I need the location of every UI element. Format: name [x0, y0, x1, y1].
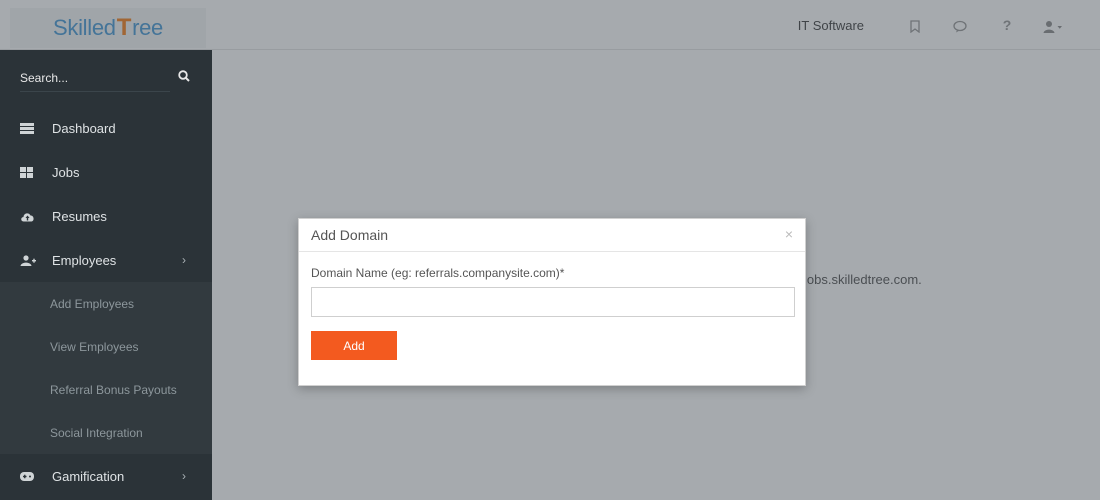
add-user-icon [20, 254, 40, 266]
submenu-item-social-integration[interactable]: Social Integration [0, 411, 212, 454]
dashboard-icon [20, 122, 40, 134]
domain-name-label: Domain Name (eg: referrals.companysite.c… [311, 266, 565, 280]
chevron-right-icon: › [182, 469, 186, 483]
sidebar-item-jobs[interactable]: Jobs [0, 150, 212, 194]
employees-submenu: Add Employees View Employees Referral Bo… [0, 282, 212, 454]
sidebar-item-label: Employees [52, 252, 117, 268]
add-button[interactable]: Add [311, 331, 397, 360]
modal-backdrop-header[interactable] [0, 0, 1100, 50]
jobs-icon [20, 166, 40, 178]
sidebar-item-employees[interactable]: Employees › [0, 238, 212, 282]
sidebar: Dashboard Jobs Resumes Employees › Add E… [0, 50, 212, 500]
gamepad-icon [20, 471, 40, 481]
sidebar-item-label: Jobs [52, 164, 80, 180]
sidebar-item-label: Dashboard [52, 120, 116, 136]
domain-name-input[interactable] [311, 287, 795, 317]
modal-header: Add Domain × [299, 219, 805, 252]
submenu-item-view-employees[interactable]: View Employees [0, 325, 212, 368]
sidebar-item-resumes[interactable]: Resumes [0, 194, 212, 238]
submenu-item-referral-bonus-payouts[interactable]: Referral Bonus Payouts [0, 368, 212, 411]
sidebar-item-gamification[interactable]: Gamification › [0, 454, 212, 498]
sidebar-item-label: Resumes [52, 208, 107, 224]
modal-title: Add Domain [311, 227, 389, 243]
search-icon[interactable] [178, 70, 190, 85]
sidebar-search [0, 50, 212, 106]
sidebar-item-label: Gamification [52, 468, 125, 484]
sidebar-item-dashboard[interactable]: Dashboard [0, 106, 212, 150]
close-icon[interactable]: × [785, 227, 793, 241]
search-input[interactable] [20, 64, 170, 92]
modal-body: Domain Name (eg: referrals.companysite.c… [299, 252, 805, 360]
chevron-right-icon: › [182, 253, 186, 267]
submenu-item-add-employees[interactable]: Add Employees [0, 282, 212, 325]
cloud-upload-icon [20, 211, 40, 222]
add-domain-modal: Add Domain × Domain Name (eg: referrals.… [298, 218, 806, 386]
